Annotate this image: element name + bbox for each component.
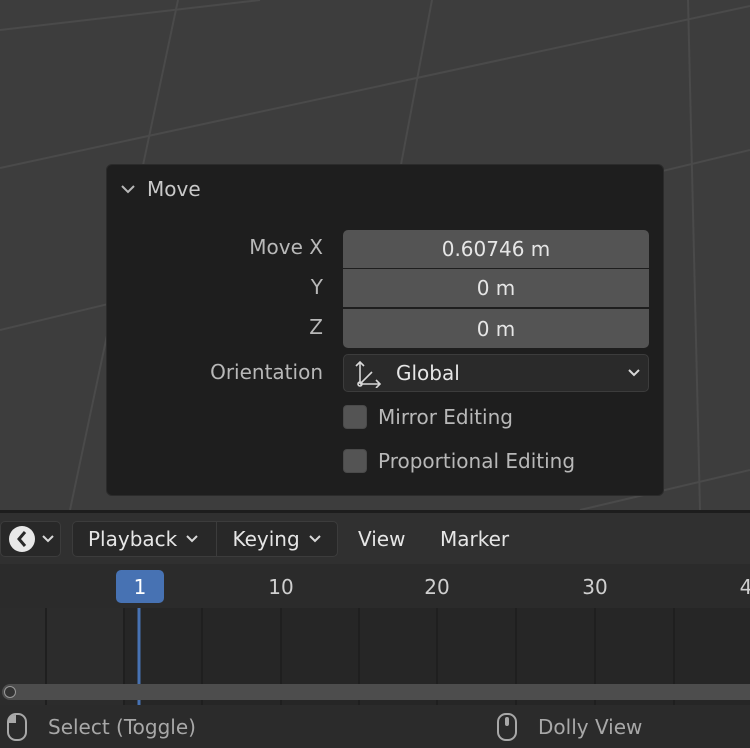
- mirror-editing-label: Mirror Editing: [378, 405, 513, 429]
- status-select-label: Select (Toggle): [48, 715, 196, 739]
- scrollbar-handle[interactable]: [4, 686, 16, 698]
- editor-type-selector[interactable]: [0, 521, 61, 557]
- chevron-down-icon: [42, 535, 54, 543]
- current-frame-indicator[interactable]: 1: [116, 570, 164, 603]
- move-y-value: 0 m: [476, 276, 516, 300]
- panel-title: Move: [147, 177, 201, 201]
- chevron-down-icon: [121, 185, 135, 194]
- adjust-last-operation-panel: Move Move X 0.60746 m Y 0 m Z 0 m Orient…: [106, 164, 664, 496]
- status-dolly-hint: Dolly View: [496, 713, 642, 741]
- proportional-editing-toggle[interactable]: Proportional Editing: [343, 446, 575, 476]
- timeline-header: Playback Keying View Marker: [0, 510, 750, 564]
- clock-icon: [9, 526, 35, 552]
- current-frame-value: 1: [133, 574, 147, 599]
- panel-header[interactable]: Move: [119, 175, 201, 203]
- orientation-axes-icon: [355, 360, 382, 388]
- timeline-scrollbar[interactable]: [2, 684, 750, 700]
- move-z-label: Z: [309, 315, 323, 339]
- mirror-editing-toggle[interactable]: Mirror Editing: [343, 402, 513, 432]
- keying-menu-label: Keying: [232, 527, 300, 551]
- frame-tick-label: 20: [424, 575, 450, 599]
- orientation-dropdown[interactable]: Global: [343, 354, 649, 392]
- mouse-left-icon: [7, 713, 27, 741]
- frame-tick-label: 30: [582, 575, 608, 599]
- proportional-editing-label: Proportional Editing: [378, 449, 576, 473]
- proportional-editing-checkbox[interactable]: [343, 449, 367, 473]
- mirror-editing-checkbox[interactable]: [343, 405, 367, 429]
- playback-menu-label: Playback: [88, 527, 178, 551]
- move-y-label: Y: [310, 275, 323, 299]
- move-x-label: Move X: [249, 235, 323, 259]
- status-bar: Select (Toggle) Dolly View: [0, 705, 750, 748]
- orientation-label: Orientation: [210, 360, 323, 384]
- status-select-hint: Select (Toggle): [6, 713, 196, 741]
- frame-tick-label: 4: [739, 575, 750, 599]
- frame-tick-label: 10: [268, 575, 294, 599]
- keying-menu[interactable]: Keying: [217, 522, 337, 556]
- move-x-value: 0.60746 m: [441, 237, 551, 261]
- move-x-field[interactable]: 0.60746 m: [343, 230, 649, 268]
- move-z-value: 0 m: [476, 316, 516, 341]
- view-menu-label: View: [358, 527, 406, 551]
- chevron-down-icon: [186, 535, 198, 543]
- view-menu[interactable]: View: [358, 521, 405, 557]
- timeline-menu-group: Playback Keying: [72, 521, 338, 557]
- marker-menu-label: Marker: [440, 527, 510, 551]
- orientation-value: Global: [396, 361, 460, 385]
- timeline-area[interactable]: [0, 608, 750, 705]
- status-dolly-label: Dolly View: [538, 715, 643, 739]
- move-y-field[interactable]: 0 m: [343, 269, 649, 307]
- chevron-down-icon: [628, 369, 640, 377]
- mouse-middle-icon: [497, 713, 517, 741]
- playback-menu[interactable]: Playback: [73, 522, 216, 556]
- move-z-field[interactable]: 0 m: [343, 309, 649, 348]
- timeline-ruler[interactable]: 10 20 30 4 1: [0, 564, 750, 608]
- marker-menu[interactable]: Marker: [440, 521, 509, 557]
- chevron-down-icon: [308, 535, 321, 543]
